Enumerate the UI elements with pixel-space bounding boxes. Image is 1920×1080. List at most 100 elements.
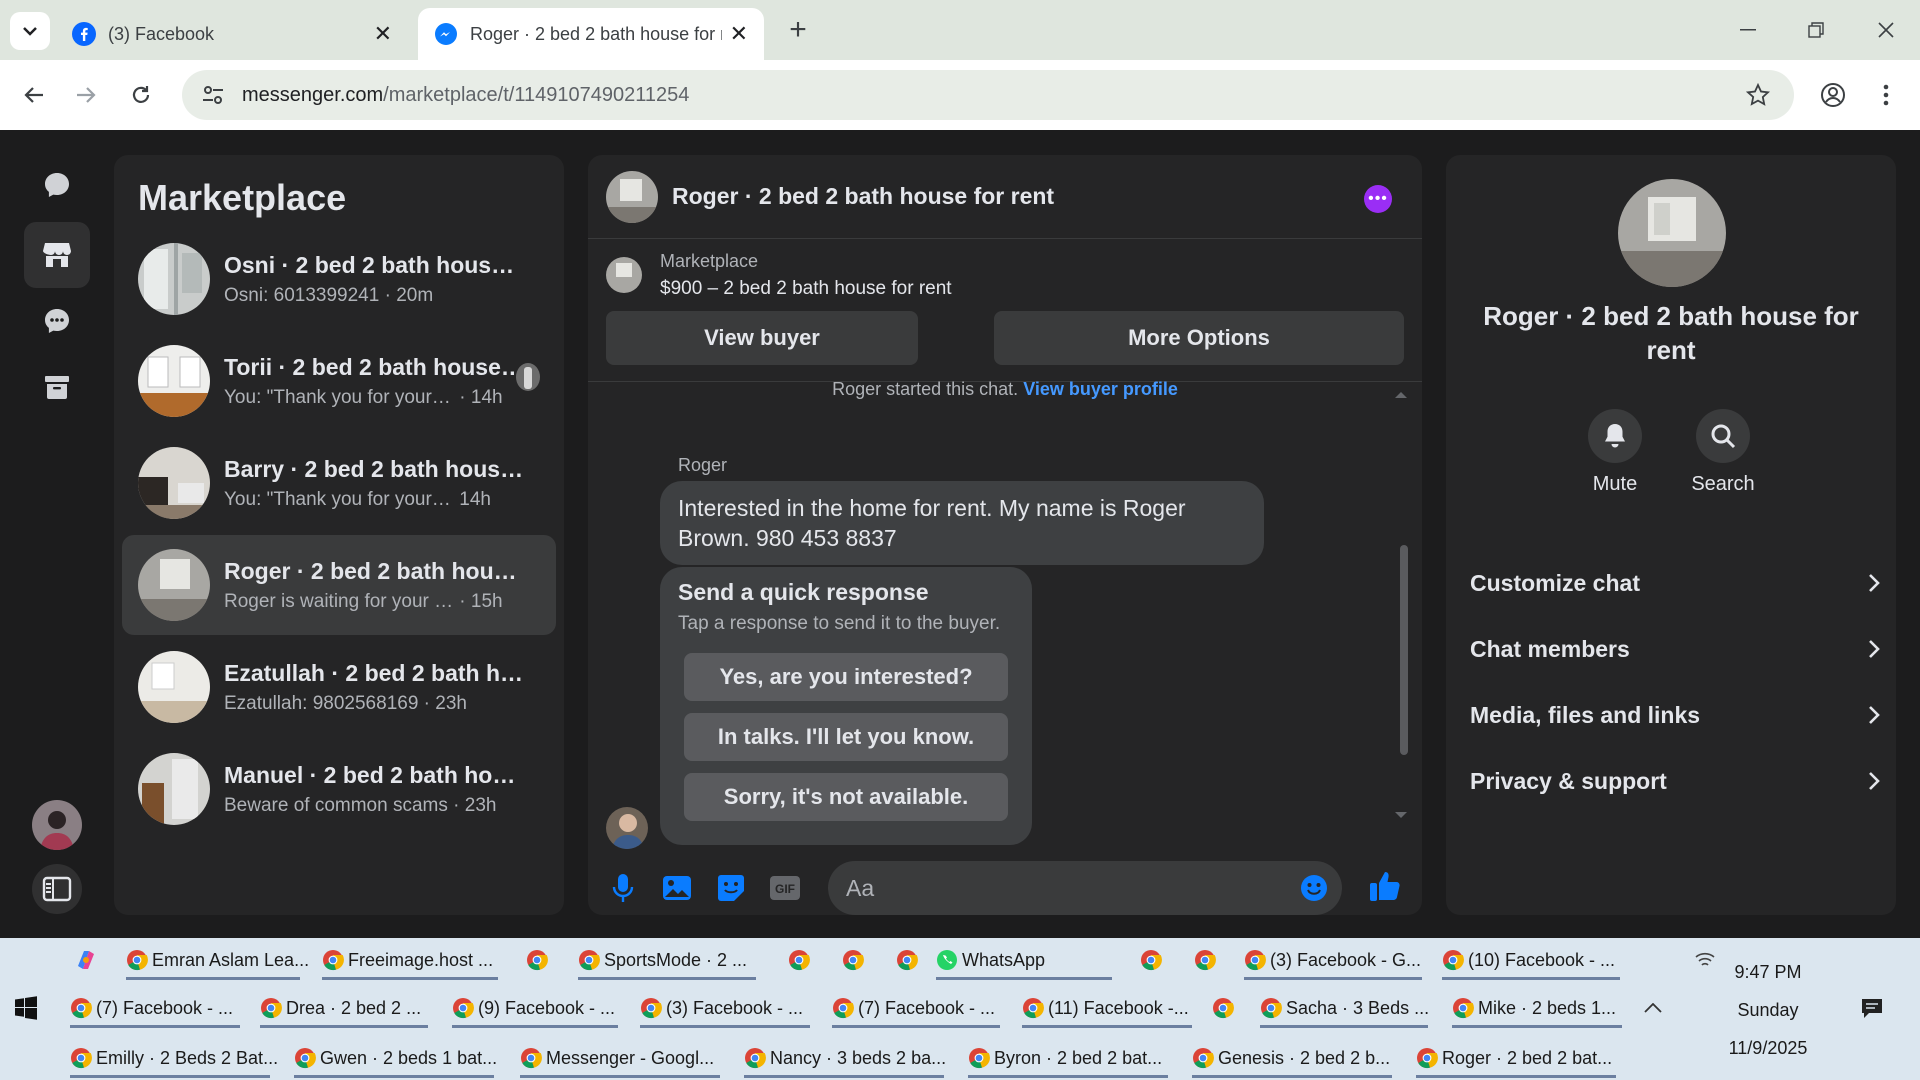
search-in-conversation-button[interactable] bbox=[1696, 409, 1750, 463]
copilot-taskbar-icon[interactable] bbox=[70, 940, 104, 980]
my-profile-avatar[interactable] bbox=[32, 800, 82, 850]
attach-photo-button[interactable] bbox=[660, 871, 694, 905]
taskbar-window-button[interactable]: (10) Facebook - ... bbox=[1438, 940, 1624, 980]
new-tab-button[interactable]: + bbox=[780, 12, 816, 48]
send-like-button[interactable] bbox=[1368, 869, 1402, 903]
taskbar-window-button[interactable]: WhatsApp bbox=[932, 940, 1116, 980]
emoji-icon[interactable] bbox=[1300, 874, 1328, 902]
scroll-up-arrow-icon[interactable] bbox=[1394, 391, 1408, 399]
rail-message-requests[interactable] bbox=[24, 288, 90, 354]
listing-thumbnail bbox=[138, 345, 210, 417]
conversation-item-selected[interactable]: Roger · 2 bed 2 bath house for rent Roger… bbox=[122, 535, 556, 635]
mute-button[interactable] bbox=[1588, 409, 1642, 463]
chat-avatar[interactable] bbox=[606, 170, 658, 223]
view-buyer-profile-link[interactable]: View buyer profile bbox=[1023, 379, 1178, 399]
conversation-item[interactable]: Torii · 2 bed 2 bath house for rent You: … bbox=[122, 331, 556, 431]
tab-facebook[interactable]: (3) Facebook ✕ bbox=[56, 8, 408, 60]
taskbar-window-button[interactable]: Emilly · 2 Beds 2 Bat... bbox=[66, 1038, 278, 1078]
forward-button[interactable] bbox=[66, 75, 106, 115]
taskbar-window-button[interactable]: Messenger - Googl... bbox=[516, 1038, 724, 1078]
taskbar-window-button[interactable]: Drea · 2 bed 2 ... bbox=[256, 988, 432, 1028]
taskbar-window-button[interactable]: (3) Facebook - G... bbox=[1240, 940, 1426, 980]
minimize-button[interactable] bbox=[1728, 10, 1768, 50]
microphone-icon bbox=[612, 874, 634, 902]
bookmark-star-icon[interactable] bbox=[1746, 83, 1770, 107]
close-tab-icon[interactable]: ✕ bbox=[374, 21, 392, 47]
rail-archived[interactable] bbox=[24, 354, 90, 420]
taskbar-window-button[interactable]: (9) Facebook - ... bbox=[448, 988, 622, 1028]
taskbar-window-button[interactable]: (7) Facebook - ... bbox=[828, 988, 1004, 1028]
notifications-button[interactable] bbox=[1856, 988, 1896, 1028]
customize-chat-row[interactable]: Customize chat bbox=[1470, 558, 1880, 608]
profile-button[interactable] bbox=[1813, 75, 1853, 115]
active-underline bbox=[1442, 977, 1620, 980]
start-button[interactable] bbox=[10, 988, 50, 1028]
taskbar-window-button[interactable] bbox=[1190, 940, 1230, 980]
media-files-links-row[interactable]: Media, files and links bbox=[1470, 690, 1880, 740]
more-options-button[interactable]: More Options bbox=[994, 311, 1404, 365]
taskbar-window-button[interactable]: Emran Aslam Lea... bbox=[122, 940, 309, 980]
taskbar-window-button[interactable]: SportsMode · 2 ... bbox=[574, 940, 760, 980]
taskbar-window-button[interactable]: Nancy · 3 beds 2 ba... bbox=[740, 1038, 948, 1078]
taskbar-window-button[interactable] bbox=[784, 940, 824, 980]
taskbar-window-button[interactable]: Freeimage.host ... bbox=[318, 940, 502, 980]
taskbar-window-button[interactable]: Gwen · 2 beds 1 bat... bbox=[290, 1038, 498, 1078]
address-bar[interactable]: messenger.com/marketplace/t/114910749021… bbox=[182, 70, 1794, 120]
taskbar-window-button[interactable]: (11) Facebook -... bbox=[1018, 988, 1196, 1028]
sticker-button[interactable] bbox=[714, 871, 748, 905]
tab-search-dropdown[interactable] bbox=[10, 12, 50, 50]
taskbar-window-button[interactable]: Roger · 2 bed 2 bat... bbox=[1412, 1038, 1620, 1078]
marketplace-store-icon bbox=[43, 243, 71, 267]
rail-chats[interactable] bbox=[24, 152, 90, 218]
gif-icon: GIF bbox=[770, 876, 800, 900]
sender-avatar bbox=[606, 807, 648, 849]
listing-thumbnail bbox=[138, 753, 210, 825]
taskbar-window-button[interactable]: Mike · 2 beds 1... bbox=[1448, 988, 1626, 1028]
tab-messenger[interactable]: Roger · 2 bed 2 bath house for rent ✕ bbox=[418, 8, 764, 60]
restore-button[interactable] bbox=[1796, 10, 1836, 50]
chat-title[interactable]: Roger · 2 bed 2 bath house for rent bbox=[672, 183, 1054, 210]
conversation-item[interactable]: Ezatullah · 2 bed 2 bath house for rent E… bbox=[122, 637, 556, 737]
quick-reply-button[interactable]: In talks. I'll let you know. bbox=[684, 713, 1008, 761]
conversation-item[interactable]: Osni · 2 bed 2 bath house for rent Osni: … bbox=[122, 229, 556, 329]
site-settings-icon[interactable] bbox=[202, 85, 224, 105]
conversation-name: Torii · 2 bed 2 bath house for rent bbox=[224, 353, 524, 380]
taskbar-window-button[interactable]: (3) Facebook - ... bbox=[636, 988, 814, 1028]
show-hidden-icons-button[interactable] bbox=[1640, 988, 1674, 1028]
privacy-support-row[interactable]: Privacy & support bbox=[1470, 756, 1880, 806]
conversation-item[interactable]: Manuel · 2 bed 2 bath house for rent Bewa… bbox=[122, 739, 556, 839]
taskbar-window-button[interactable]: (7) Facebook - ... bbox=[66, 988, 244, 1028]
conversation-item[interactable]: Barry · 2 bed 2 bath house for rent You: … bbox=[122, 433, 556, 533]
back-button[interactable] bbox=[14, 75, 54, 115]
conversation-info-button[interactable]: ••• bbox=[1364, 185, 1392, 213]
quick-reply-button[interactable]: Sorry, it's not available. bbox=[684, 773, 1008, 821]
taskbar-window-button[interactable]: Byron · 2 bed 2 bat... bbox=[964, 1038, 1172, 1078]
browser-menu-button[interactable] bbox=[1866, 75, 1906, 115]
message-bubble[interactable]: Interested in the home for rent. My name… bbox=[660, 481, 1264, 565]
gif-button[interactable]: GIF bbox=[768, 871, 802, 905]
listing-thumbnail[interactable] bbox=[606, 257, 642, 293]
listing-title[interactable]: $900 – 2 bed 2 bath house for rent bbox=[660, 278, 952, 300]
taskbar-window-button[interactable] bbox=[522, 940, 562, 980]
toggle-sidebar-button[interactable] bbox=[32, 864, 82, 914]
taskbar-window-button[interactable]: Sacha · 3 Beds ... bbox=[1256, 988, 1432, 1028]
scroll-down-arrow-icon[interactable] bbox=[1394, 811, 1408, 819]
taskbar-window-button[interactable] bbox=[838, 940, 878, 980]
chat-profile-photo[interactable] bbox=[1618, 179, 1726, 287]
taskbar-window-button[interactable]: Genesis · 2 bed 2 b... bbox=[1188, 1038, 1396, 1078]
view-buyer-button[interactable]: View buyer bbox=[606, 311, 918, 365]
close-window-button[interactable] bbox=[1866, 10, 1906, 50]
reload-button[interactable] bbox=[121, 75, 161, 115]
message-input[interactable]: Aa bbox=[828, 861, 1342, 915]
chat-scrollbar[interactable] bbox=[1400, 545, 1408, 755]
rail-marketplace[interactable] bbox=[24, 222, 90, 288]
taskbar-window-button[interactable] bbox=[1208, 988, 1248, 1028]
chat-members-row[interactable]: Chat members bbox=[1470, 624, 1880, 674]
taskbar-window-button[interactable] bbox=[892, 940, 932, 980]
quick-reply-button[interactable]: Yes, are you interested? bbox=[684, 653, 1008, 701]
taskbar-window-label: Roger · 2 bed 2 bat... bbox=[1442, 1047, 1613, 1068]
close-tab-icon[interactable]: ✕ bbox=[730, 21, 748, 47]
voice-clip-button[interactable] bbox=[606, 871, 640, 905]
taskbar-window-button[interactable] bbox=[1136, 940, 1176, 980]
clock-time[interactable]: 9:47 PM bbox=[1708, 962, 1828, 983]
